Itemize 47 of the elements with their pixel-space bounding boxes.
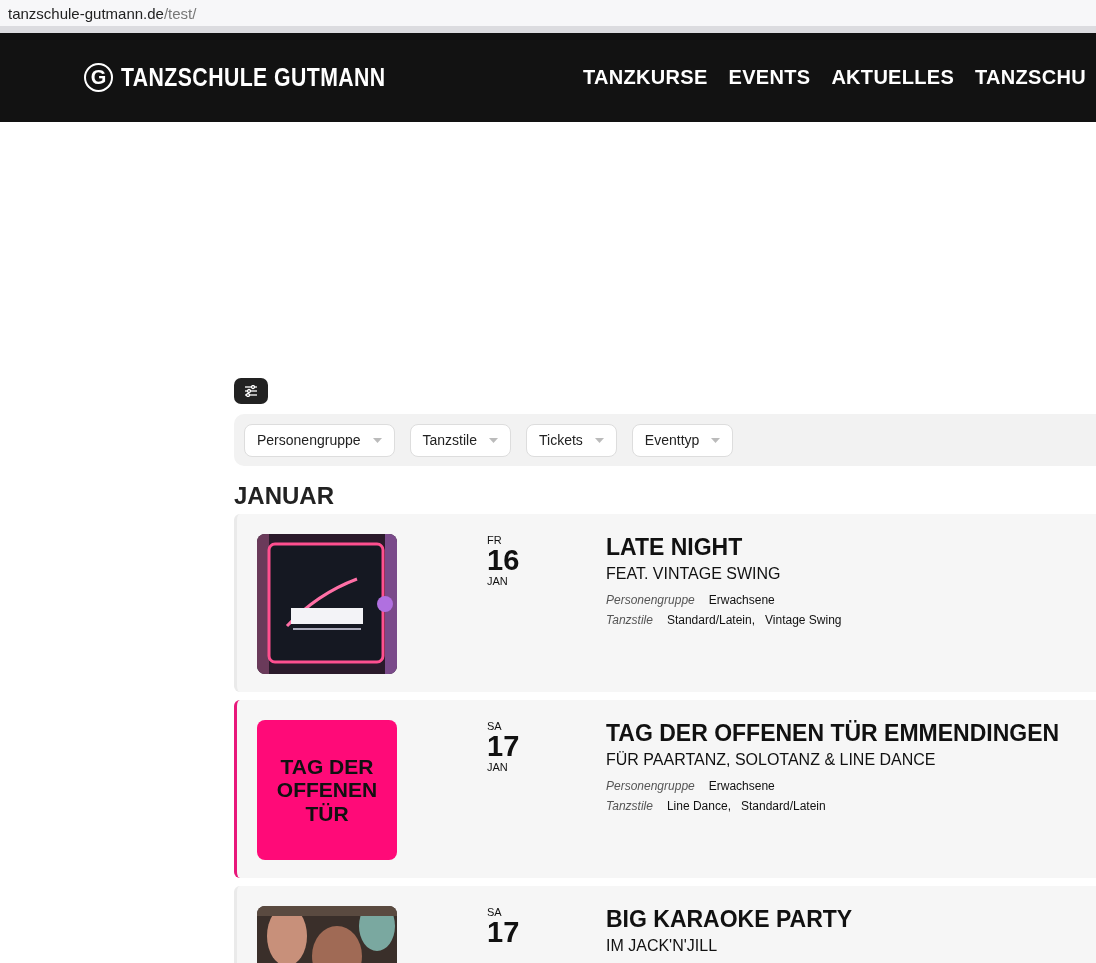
nav-link[interactable]: AKTUELLES [831, 66, 955, 89]
meta-value: Erwachsene [708, 593, 775, 608]
caret-icon [594, 437, 604, 443]
month-label: JAN [487, 761, 508, 773]
meta-value: Erwachsene [708, 779, 775, 794]
event-subtitle: IM JACK'N'JILL [606, 936, 718, 955]
meta-value: Standard/Latein, [666, 613, 755, 628]
event-title[interactable]: LATE NIGHT [606, 534, 743, 562]
day-number: 16 [487, 546, 520, 575]
day-number: 17 [487, 918, 520, 947]
month-heading: JANUAR [234, 482, 335, 510]
meta-value: Vintage Swing [765, 613, 842, 628]
event-title[interactable]: TAG DER OFFENEN TÜR EMMENDINGEN [606, 720, 1060, 748]
weekday-label: SA [487, 906, 502, 918]
meta-label: Personengruppe [606, 779, 695, 794]
event-subtitle: FÜR PAARTANZ, SOLOTANZ & LINE DANCE [606, 750, 936, 769]
day-number: 17 [487, 732, 520, 761]
address-bar[interactable]: tanzschule-gutmann.de/test/ [0, 0, 1096, 33]
sliders-icon [244, 385, 258, 397]
meta-value: Line Dance, [666, 799, 731, 814]
image-text: TAG DER OFFENEN TÜR [275, 755, 379, 825]
filter-dropdown[interactable]: Eventtyp [631, 423, 734, 457]
nav-link[interactable]: TANZSCHU [975, 66, 1086, 89]
filter-toggle-button[interactable] [234, 378, 268, 404]
weekday-label: FR [487, 534, 502, 546]
meta-label: Personengruppe [606, 593, 695, 608]
caret-icon [372, 437, 382, 443]
filter-dropdown[interactable]: Personengruppe [244, 423, 395, 457]
url-text: tanzschule-gutmann.de/test/ [8, 4, 197, 22]
event-card[interactable]: TAG DER OFFENEN TÜR SA 17 JAN TAG DER OFFENEN TÜR EMMENDINGEN FÜR PAARTANZ, SOLOTANZ & LINE DANCE Personengruppe Erwachsene Tanzstile Line Dance, Standard/Latein [234, 700, 1096, 878]
month-label: JAN [487, 575, 508, 587]
meta-label: Tanzstile [606, 613, 653, 628]
filter-dropdown[interactable]: Tickets [526, 423, 617, 457]
event-subtitle: FEAT. VINTAGE SWING [606, 564, 781, 583]
nav-link[interactable]: TANZKURSE [583, 66, 708, 89]
logo-badge[interactable]: G [84, 63, 113, 92]
event-card[interactable]: SA 17 BIG KARAOKE PARTY IM JACK'N'JILL [234, 886, 1096, 963]
caret-icon [489, 437, 498, 443]
event-title[interactable]: BIG KARAOKE PARTY [606, 906, 853, 934]
weekday-label: SA [487, 720, 502, 732]
meta-value: Standard/Latein [740, 799, 826, 814]
logo-text[interactable]: TANZSCHULE GUTMANN [121, 63, 386, 92]
meta-label: Tanzstile [606, 799, 653, 814]
nav-link[interactable]: EVENTS [728, 66, 811, 89]
event-card[interactable]: FR 16 JAN LATE NIGHT FEAT. VINTAGE SWING Personengruppe Erwachsene Tanzstile Standard/Latein, Vintage Swing [234, 514, 1096, 692]
caret-icon [711, 437, 721, 443]
filter-dropdown[interactable]: Tanzstile [409, 423, 511, 457]
